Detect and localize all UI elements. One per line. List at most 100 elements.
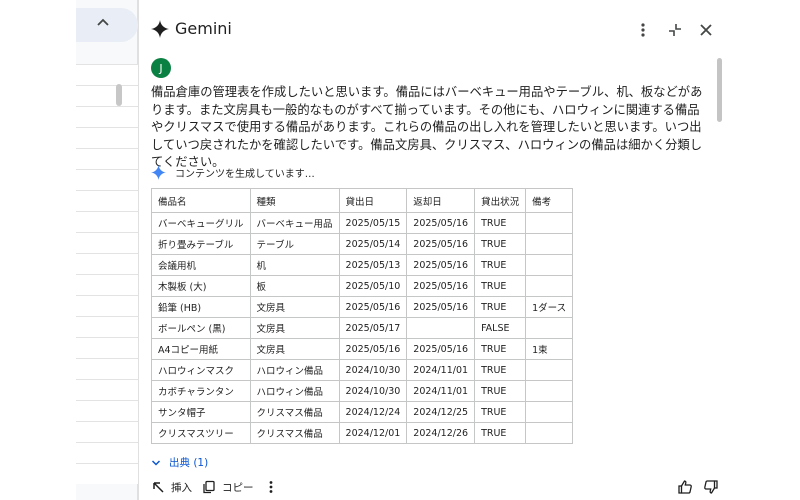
table-cell: 木製板 (大) xyxy=(151,275,251,297)
column-header: 備考 xyxy=(525,188,574,213)
chevron-up-icon xyxy=(96,16,110,34)
app-window: Gemini J 備品倉庫の管理表を作成したいと思います。備品にはバーベキュー用… xyxy=(0,0,800,500)
table-cell xyxy=(525,275,574,297)
collapse-toolbar-button[interactable] xyxy=(76,8,138,42)
gemini-panel: Gemini J 備品倉庫の管理表を作成したいと思います。備品にはバーベキュー用… xyxy=(138,0,724,500)
table-cell: 2025/05/16 xyxy=(406,233,476,255)
table-row: ボールペン (黒) 文房具 2025/05/17 FALSE xyxy=(151,317,574,339)
table-cell xyxy=(525,317,574,339)
column-header: 種類 xyxy=(249,188,340,213)
table-cell: 2025/05/16 xyxy=(406,338,476,360)
table-cell: 文房具 xyxy=(249,338,340,360)
thumbs-down-icon xyxy=(704,480,718,494)
table-cell: 2025/05/16 xyxy=(338,296,408,318)
table-header-row: 備品名 種類 貸出日 返却日 貸出状況 備考 xyxy=(151,188,574,213)
table-cell: 2025/05/16 xyxy=(406,212,476,234)
table-cell: 2025/05/16 xyxy=(406,296,476,318)
table-row: クリスマスツリー クリスマス備品 2024/12/01 2024/12/26 TRUE xyxy=(151,422,574,444)
table-cell: 2024/12/24 xyxy=(338,401,408,423)
table-cell: TRUE xyxy=(474,380,527,402)
column-header: 備品名 xyxy=(151,188,251,213)
table-cell xyxy=(525,254,574,276)
table-cell xyxy=(525,233,574,255)
table-cell: クリスマス備品 xyxy=(249,401,340,423)
spreadsheet-grid xyxy=(76,64,138,484)
copy-icon xyxy=(203,480,215,494)
close-icon xyxy=(700,24,712,36)
table-cell: TRUE xyxy=(474,422,527,444)
copy-button[interactable]: コピー xyxy=(202,477,254,497)
table-cell: 2025/05/14 xyxy=(338,233,408,255)
table-row: ハロウィンマスク ハロウィン備品 2024/10/30 2024/11/01 TRUE xyxy=(151,359,574,381)
insert-label: 挿入 xyxy=(171,481,192,494)
table-cell: TRUE xyxy=(474,338,527,360)
table-cell: サンタ帽子 xyxy=(151,401,251,423)
insert-button[interactable]: 挿入 xyxy=(151,477,192,497)
sources-label: 出典 (1) xyxy=(169,457,209,469)
table-cell: TRUE xyxy=(474,212,527,234)
more-vert-icon xyxy=(641,23,645,37)
thumbs-up-button[interactable] xyxy=(677,477,699,497)
user-prompt-text: 備品倉庫の管理表を作成したいと思います。備品にはバーベキュー用品やテーブル、机、… xyxy=(151,85,703,169)
column-header: 貸出日 xyxy=(338,188,408,213)
table-cell: ハロウィン備品 xyxy=(249,380,340,402)
table-cell xyxy=(406,317,476,339)
thumbs-down-button[interactable] xyxy=(703,477,725,497)
panel-header: Gemini xyxy=(139,0,725,60)
panel-scrollbar[interactable] xyxy=(717,58,722,122)
table-cell xyxy=(525,401,574,423)
close-panel-button[interactable] xyxy=(694,18,718,42)
table-cell: 2025/05/16 xyxy=(406,275,476,297)
generation-status: コンテンツを生成しています… xyxy=(151,163,315,181)
table-cell: バーベキューグリル xyxy=(151,212,251,234)
table-row: 鉛筆 (HB) 文房具 2025/05/16 2025/05/16 TRUE 1ダース xyxy=(151,296,574,318)
table-cell: 2024/11/01 xyxy=(406,380,476,402)
table-cell: 2025/05/15 xyxy=(338,212,408,234)
response-actions: 挿入 コピー xyxy=(147,477,718,497)
table-cell: TRUE xyxy=(474,275,527,297)
table-cell: 2024/12/26 xyxy=(406,422,476,444)
table-cell: FALSE xyxy=(474,317,527,339)
table-row: カボチャランタン ハロウィン備品 2024/10/30 2024/11/01 TRUE xyxy=(151,380,574,402)
table-cell: TRUE xyxy=(474,233,527,255)
table-cell: ボールペン (黒) xyxy=(151,317,251,339)
table-cell: クリスマスツリー xyxy=(151,422,251,444)
table-row: バーベキューグリル バーベキュー用品 2025/05/15 2025/05/16 TRU… xyxy=(151,212,574,234)
sources-toggle[interactable]: 出典 (1) xyxy=(151,455,208,470)
table-cell: 会議用机 xyxy=(151,254,251,276)
panel-title: Gemini xyxy=(175,19,232,38)
gemini-sparkle-icon xyxy=(151,20,169,38)
table-cell: 板 xyxy=(249,275,340,297)
more-actions-button[interactable] xyxy=(265,477,283,497)
table-cell: 2025/05/16 xyxy=(338,338,408,360)
table-cell: 2024/10/30 xyxy=(338,359,408,381)
table-cell: TRUE xyxy=(474,401,527,423)
more-options-button[interactable] xyxy=(631,18,655,42)
sheet-scrollbar[interactable] xyxy=(116,84,122,106)
table-cell: 2025/05/13 xyxy=(338,254,408,276)
table-row: 折り畳みテーブル テーブル 2025/05/14 2025/05/16 TRUE xyxy=(151,233,574,255)
column-header: 貸出状況 xyxy=(474,188,527,213)
table-cell: テーブル xyxy=(249,233,340,255)
table-cell: 机 xyxy=(249,254,340,276)
table-cell: 2024/12/25 xyxy=(406,401,476,423)
table-cell: 2024/12/01 xyxy=(338,422,408,444)
table-cell: 折り畳みテーブル xyxy=(151,233,251,255)
copy-label: コピー xyxy=(222,481,254,494)
table-cell: 2024/11/01 xyxy=(406,359,476,381)
column-header: 返却日 xyxy=(406,188,476,213)
table-cell xyxy=(525,422,574,444)
collapse-panel-button[interactable] xyxy=(663,18,687,42)
spreadsheet-background xyxy=(76,0,138,500)
table-cell: TRUE xyxy=(474,296,527,318)
table-cell xyxy=(525,380,574,402)
status-text: コンテンツを生成しています… xyxy=(175,168,315,180)
table-cell: 文房具 xyxy=(249,296,340,318)
table-cell: ハロウィン備品 xyxy=(249,359,340,381)
table-cell: ハロウィンマスク xyxy=(151,359,251,381)
table-cell: 2025/05/10 xyxy=(338,275,408,297)
table-cell xyxy=(525,212,574,234)
table-row: 会議用机机 2025/05/13 2025/05/16 TRUE xyxy=(151,254,574,276)
table-row: サンタ帽子 クリスマス備品 2024/12/24 2024/12/25 TRUE xyxy=(151,401,574,423)
table-cell: 1束 xyxy=(525,338,574,360)
